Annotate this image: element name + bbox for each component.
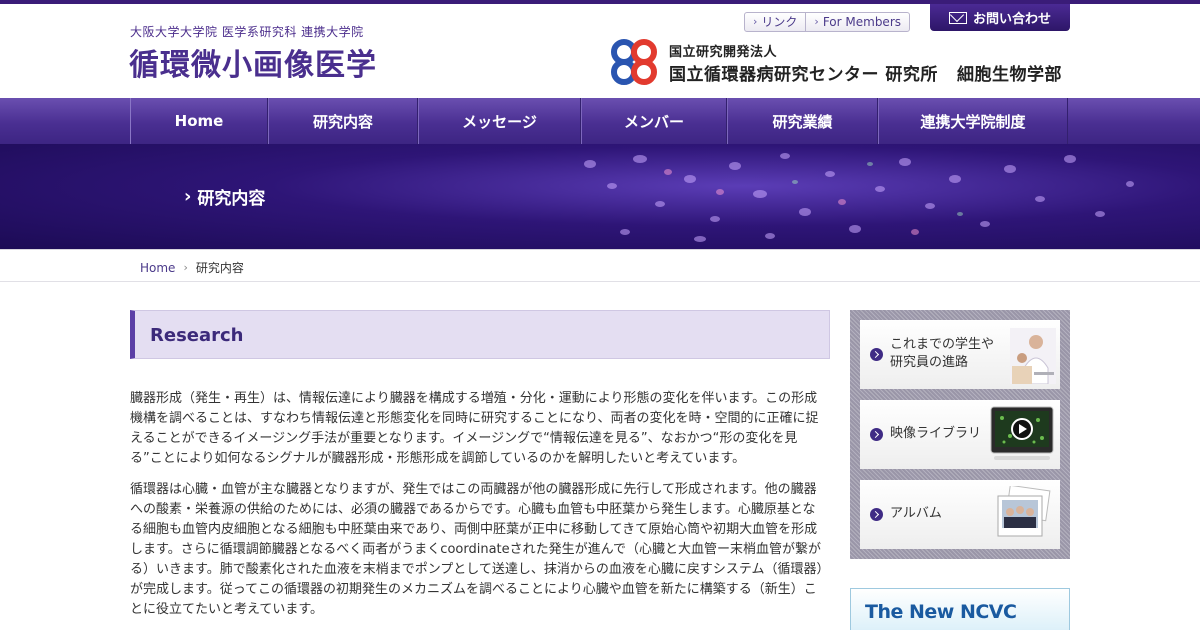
- hero-title: › 研究内容: [184, 184, 265, 209]
- breadcrumb-current: 研究内容: [195, 261, 244, 275]
- chevron-right-icon: ›: [753, 15, 758, 28]
- research-paragraph-2: 循環器は心臓・血管が主な臓器となりますが、発生ではこの両臓器が他の臓器形成に先行…: [130, 482, 824, 617]
- site-title[interactable]: 循環微小画像医学: [129, 40, 377, 84]
- site-subtitle: 大阪大学大学院 医学系研究科 連携大学院: [130, 25, 364, 39]
- hero-cell-image: [584, 153, 1134, 242]
- link-link[interactable]: › リンク: [745, 13, 805, 31]
- breadcrumb: Home › 研究内容: [0, 249, 1200, 282]
- utility-links: › リンク › For Members: [744, 12, 911, 32]
- section-title: Research: [150, 325, 244, 346]
- site-header: 大阪大学大学院 医学系研究科 連携大学院 循環微小画像医学 › リンク › Fo…: [0, 4, 1200, 98]
- ncvc-department[interactable]: 細胞生物学部: [957, 60, 1062, 85]
- for-members-label: For Members: [822, 15, 902, 29]
- nav-item-members[interactable]: メンバー: [581, 98, 727, 144]
- people-photo-icon: [1010, 328, 1056, 384]
- breadcrumb-separator-icon: ›: [183, 261, 188, 274]
- link-link-label: リンク: [761, 15, 798, 29]
- sidebar-card-album[interactable]: アルバム: [860, 480, 1060, 549]
- chevron-right-icon: ›: [814, 15, 819, 28]
- section-heading: Research: [130, 310, 830, 359]
- nav-item-graduate-program[interactable]: 連携大学院制度: [878, 98, 1068, 144]
- new-ncvc-banner[interactable]: The New NCVC: [850, 588, 1070, 630]
- chevron-right-icon: ›: [184, 186, 192, 207]
- for-members-link[interactable]: › For Members: [805, 13, 909, 31]
- sidebar: これまでの学生や 研究員の進路 映像ライブラリ アルバム: [850, 310, 1070, 559]
- mail-icon: [948, 11, 967, 24]
- career-label-line2: 研究員の進路: [890, 355, 969, 370]
- hero-title-text: 研究内容: [197, 189, 266, 209]
- nav-item-research[interactable]: 研究内容: [268, 98, 418, 144]
- new-ncvc-banner-label: The New NCVC: [865, 601, 1017, 623]
- breadcrumb-home-link[interactable]: Home: [140, 261, 175, 275]
- nav-item-publications[interactable]: 研究業績: [727, 98, 878, 144]
- video-library-label: 映像ライブラリ: [890, 426, 982, 441]
- video-player-icon: [990, 406, 1054, 460]
- arrow-circle-icon: [870, 348, 883, 361]
- sidebar-card-video-library[interactable]: 映像ライブラリ: [860, 400, 1060, 469]
- contact-button[interactable]: お問い合わせ: [930, 4, 1070, 31]
- research-paragraph-1: 臓器形成（発生・再生）は、情報伝達により臓器を構成する増殖・分化・運動により形態…: [130, 391, 819, 466]
- nav-item-message[interactable]: メッセージ: [418, 98, 581, 144]
- arrow-circle-icon: [870, 428, 883, 441]
- photo-album-icon: [997, 486, 1051, 537]
- arrow-circle-icon: [870, 508, 883, 521]
- ncvc-name[interactable]: 国立循環器病研究センター 研究所: [669, 60, 938, 85]
- album-label: アルバム: [890, 506, 942, 521]
- hero-banner: › 研究内容: [0, 144, 1200, 249]
- ncvc-logo-icon[interactable]: [608, 38, 660, 86]
- ncvc-subtitle: 国立研究開発法人: [669, 45, 778, 60]
- nav-item-home[interactable]: Home: [130, 98, 268, 144]
- career-label-line1: これまでの学生や: [890, 337, 995, 352]
- sidebar-card-career[interactable]: これまでの学生や 研究員の進路: [860, 320, 1060, 389]
- contact-label: お問い合わせ: [972, 12, 1051, 27]
- main-nav: Home 研究内容 メッセージ メンバー 研究業績 連携大学院制度: [0, 98, 1200, 144]
